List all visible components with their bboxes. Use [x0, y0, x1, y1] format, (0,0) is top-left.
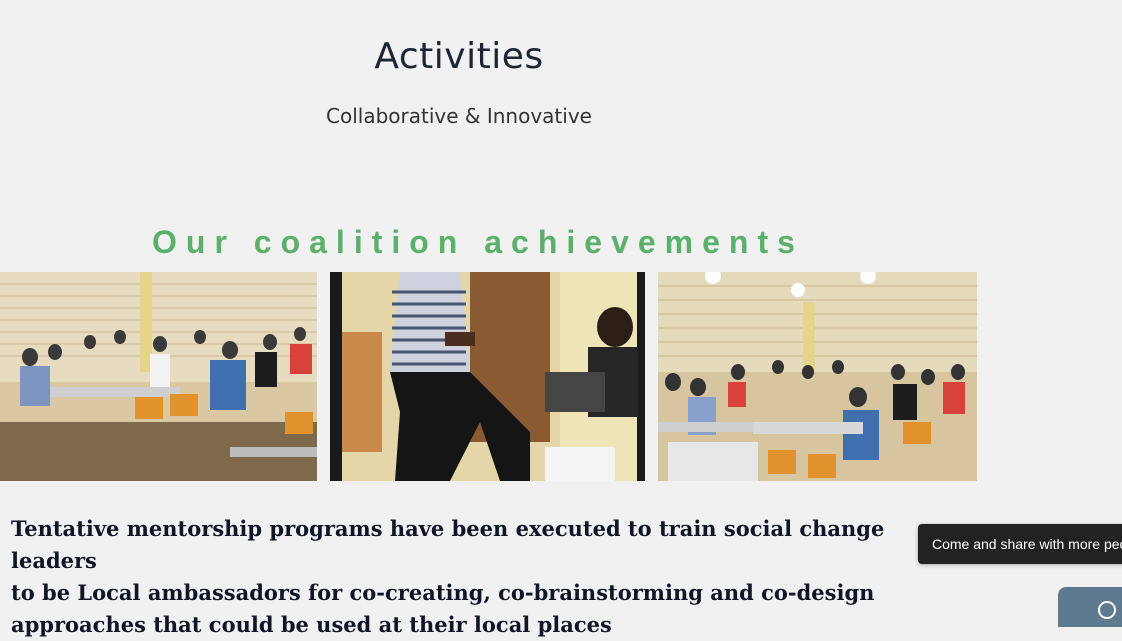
speaker-photo-image	[330, 272, 645, 481]
mentorship-description: Tentative mentorship programs have been …	[11, 516, 885, 637]
share-tooltip: Come and share with more people	[918, 524, 1122, 564]
chat-widget-button[interactable]	[1058, 587, 1122, 627]
gallery-photo-3[interactable]	[658, 272, 977, 481]
classroom-photo-image	[0, 272, 317, 481]
chat-icon	[1098, 601, 1116, 619]
gallery-photo-1[interactable]	[0, 272, 317, 481]
section-heading: Our coalition achievements	[152, 224, 804, 260]
page-title: Activities	[374, 36, 544, 77]
classroom-wide-photo-image	[658, 272, 977, 481]
page-subtitle: Collaborative & Innovative	[326, 104, 592, 128]
gallery-photo-2[interactable]	[330, 272, 645, 481]
